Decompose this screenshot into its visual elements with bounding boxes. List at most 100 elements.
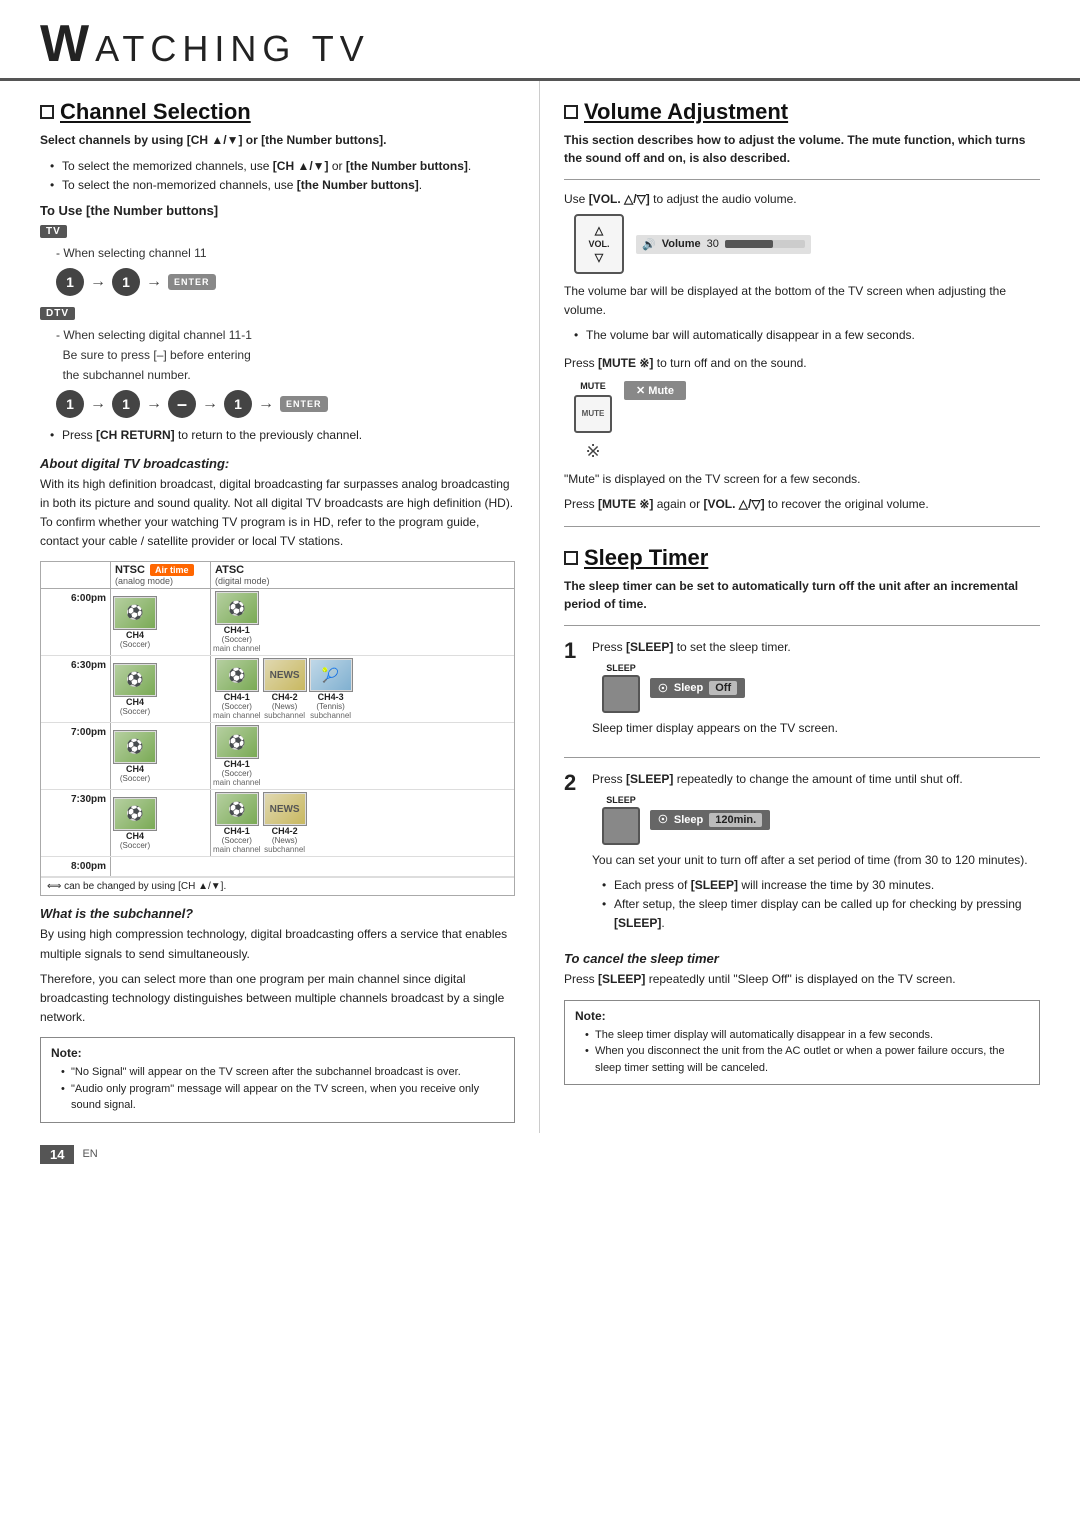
dtv-arrow-4: → — [258, 395, 274, 413]
sleep-note-item-2: When you disconnect the unit from the AC… — [585, 1043, 1029, 1076]
mute-btn-label: MUTE — [580, 381, 606, 391]
atsc-ch42-630: NEWS — [263, 658, 307, 692]
time-800: 8:00pm — [41, 857, 111, 876]
sleep-section-header: Sleep Timer — [564, 545, 1040, 571]
grid-label-col — [41, 562, 111, 588]
time-730: 7:30pm — [41, 790, 111, 856]
title-w: W — [40, 15, 95, 73]
time-700: 7:00pm — [41, 723, 111, 789]
atsc-ch43-630: 🎾 — [309, 658, 353, 692]
grid-row-800: 8:00pm — [41, 857, 514, 877]
grid-header-row: NTSC Air time (analog mode) ATSC (digita… — [41, 562, 514, 589]
sleep-btn-label1: SLEEP — [606, 663, 636, 673]
press-mute-text: Press [MUTE ※] to turn off and on the so… — [564, 354, 1040, 373]
vol-bar-track — [725, 240, 805, 248]
sleep-checkbox-icon — [564, 551, 578, 565]
step1-note: Sleep timer display appears on the TV sc… — [592, 719, 1040, 738]
dtv-arrow-3: → — [202, 395, 218, 413]
sleep-btn-label2: SLEEP — [606, 795, 636, 805]
atsc-ch41-630: ⚽ — [215, 658, 259, 692]
channel-note-item-2: "Audio only program" message will appear… — [61, 1081, 504, 1114]
sleep-note-item-1: The sleep timer display will automatical… — [585, 1027, 1029, 1044]
ntsc-ch4-700: ⚽ — [113, 730, 157, 764]
content-area: Channel Selection Select channels by usi… — [0, 81, 1080, 1133]
mute-screen: ✕ Mute — [624, 381, 686, 400]
dtv-dash-btn: – — [168, 390, 196, 418]
atsc-700: ⚽ CH4-1 (Soccer) main channel — [211, 723, 514, 789]
vol-bullets: The volume bar will automatically disapp… — [564, 326, 1040, 345]
what-subchannel-text2: Therefore, you can select more than one … — [40, 970, 515, 1028]
dtv-btn-1a: 1 — [56, 390, 84, 418]
channel-note-item-1: "No Signal" will appear on the TV screen… — [61, 1064, 504, 1081]
dtv-arrow-2: → — [146, 395, 162, 413]
page-lang: EN — [82, 1148, 97, 1160]
ntsc-730: ⚽ CH4 (Soccer) — [111, 790, 211, 856]
grid-ntsc-col-header: NTSC Air time (analog mode) — [111, 562, 211, 588]
dtv-button-sequence: 1 → 1 → – → 1 → ENTER — [56, 390, 515, 418]
channel-note-list: "No Signal" will appear on the TV screen… — [51, 1064, 504, 1114]
atsc-ch41-730: ⚽ — [215, 792, 259, 826]
dtv-arrow-1: → — [90, 395, 106, 413]
use-vol-text: Use [VOL. △/▽] to adjust the audio volum… — [564, 192, 1040, 206]
channel-bullet-1: To select the memorized channels, use [C… — [50, 157, 515, 176]
sleep-bullets: Each press of [SLEEP] will increase the … — [592, 876, 1040, 934]
to-cancel-text: Press [SLEEP] repeatedly until "Sleep Of… — [564, 970, 1040, 989]
num-btn-1b: 1 — [112, 268, 140, 296]
step2-body: You can set your unit to turn off after … — [592, 851, 1040, 870]
airtime-badge: Air time — [150, 564, 194, 576]
page-number: 14 — [40, 1145, 74, 1164]
sleep-bullet-2: After setup, the sleep timer display can… — [602, 895, 1040, 933]
vol-bar-fill — [725, 240, 773, 248]
atsc-600: ⚽ CH4-1 (Soccer) main channel — [211, 589, 514, 655]
sleep-screen-2: ☉ Sleep 120min. — [650, 810, 770, 830]
mute-btn-icon: MUTE — [574, 395, 612, 433]
sleep-intro: The sleep timer can be set to automatica… — [564, 577, 1040, 613]
volume-divider — [564, 179, 1040, 180]
channel-section-title: Channel Selection — [60, 99, 251, 125]
channel-bullets: To select the memorized channels, use [C… — [40, 157, 515, 195]
sleep-section-title: Sleep Timer — [584, 545, 708, 571]
sleep-screen-1: ☉ Sleep Off — [650, 678, 745, 698]
sleep-btn-1 — [602, 675, 640, 713]
vol-number: 30 — [707, 238, 719, 250]
channel-section-header: Channel Selection — [40, 99, 515, 125]
step-1-content: Press [SLEEP] to set the sleep timer. SL… — [592, 638, 1040, 744]
step-1-number: 1 — [564, 638, 582, 744]
atsc-ch41-700: ⚽ — [215, 725, 259, 759]
dtv-btn-1b: 1 — [112, 390, 140, 418]
vol-bar-container: 🔊 Volume 30 — [636, 235, 811, 254]
page-title: WATCHING TV — [40, 28, 370, 69]
mute-symbol: ※ — [585, 441, 600, 462]
page-footer: 14 EN — [0, 1133, 1080, 1176]
atsc-630: ⚽ CH4-1 (Soccer) main channel NEWS CH4-2… — [211, 656, 514, 722]
grid-footer-content — [111, 857, 514, 876]
step-divider — [564, 757, 1040, 758]
ntsc-ch4-600: ⚽ — [113, 596, 157, 630]
grid-footer-note: ⟺ can be changed by using [CH ▲/▼]. — [41, 877, 514, 895]
grid-row-600: 6:00pm ⚽ CH4 (Soccer) ⚽ — [41, 589, 514, 656]
atsc-ch41-600: ⚽ — [215, 591, 259, 625]
atsc-sublabel: (digital mode) — [215, 576, 510, 586]
left-column: Channel Selection Select channels by usi… — [40, 81, 540, 1133]
sleep-display-1: SLEEP ☉ Sleep Off — [602, 663, 1040, 713]
channel-checkbox-icon — [40, 105, 54, 119]
to-use-heading: To Use [the Number buttons] — [40, 203, 515, 218]
step-2-number: 2 — [564, 770, 582, 942]
step2-text: Press [SLEEP] repeatedly to change the a… — [592, 770, 1040, 789]
sleep-display-2: SLEEP ☉ Sleep 120min. — [602, 795, 1040, 845]
sleep-val1: Off — [709, 681, 737, 695]
atsc-ch42-730: NEWS — [263, 792, 307, 826]
vol-bullet-1: The volume bar will automatically disapp… — [574, 326, 1040, 345]
title-rest: ATCHING TV — [95, 28, 370, 69]
page-header: WATCHING TV — [0, 0, 1080, 81]
dtv-enter-btn: ENTER — [280, 396, 328, 412]
sleep-step1: 1 Press [SLEEP] to set the sleep timer. … — [564, 638, 1040, 744]
vol-speaker-icon: 🔊 — [642, 238, 656, 251]
volume-intro: This section describes how to adjust the… — [564, 131, 1040, 167]
tv-button-sequence: 1 → 1 → ENTER — [56, 268, 515, 296]
vol-label: Volume — [662, 238, 701, 250]
enter-btn: ENTER — [168, 274, 216, 290]
channel-bullet-2: To select the non-memorized channels, us… — [50, 176, 515, 195]
dtv-note2: Be sure to press [–] before entering — [40, 346, 515, 364]
ch-return-item: Press [CH RETURN] to return to the previ… — [50, 426, 515, 445]
